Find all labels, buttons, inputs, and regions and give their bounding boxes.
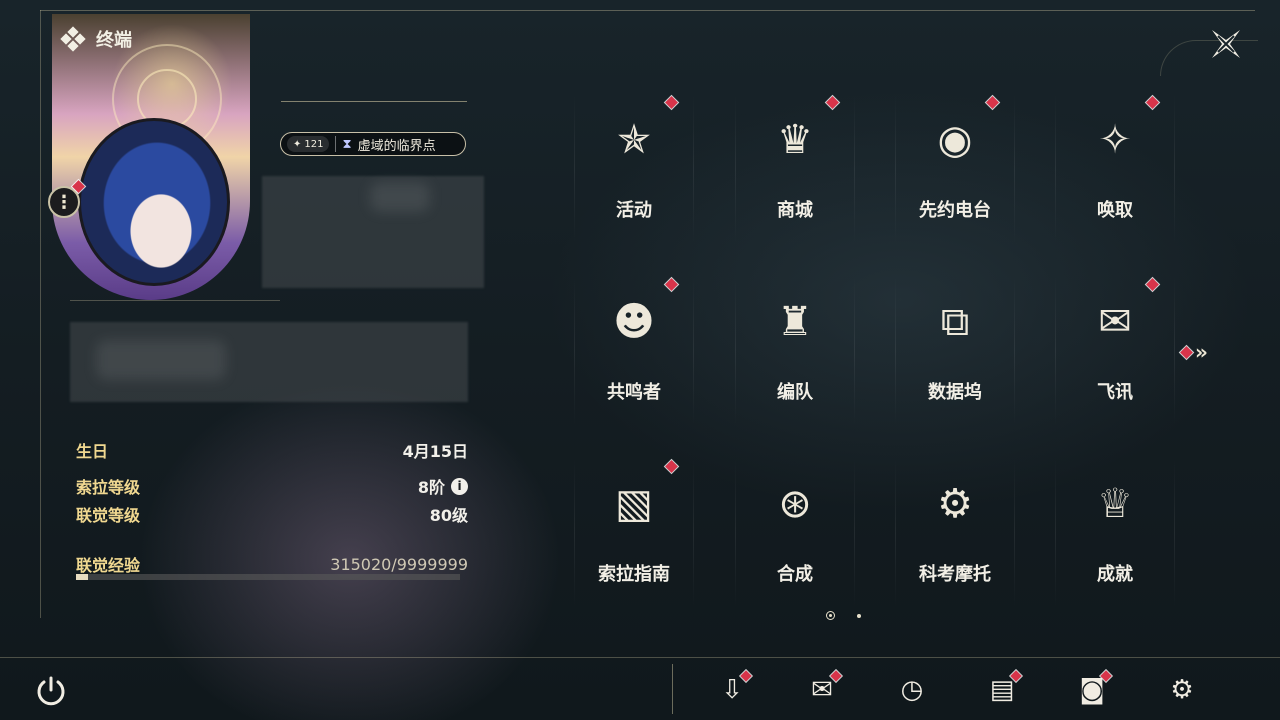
menu-item-6[interactable]: ♜ 编队 [735, 276, 855, 426]
stat-row-union-exp: 联觉经验 315020/9999999 [76, 552, 468, 576]
title-count: 121 [304, 138, 324, 150]
close-button[interactable] [1206, 24, 1246, 64]
title-badge[interactable]: ✦ 121 ⧗ 虚域的临界点 [280, 132, 466, 156]
menu-item-3[interactable]: ◉ 先约电台 [895, 94, 1015, 244]
stat-label: 索拉等级 [76, 478, 141, 497]
terminal-header: 终端 [60, 26, 132, 52]
exp-progress-fill [76, 574, 89, 580]
download-icon: ⇩ [721, 675, 743, 705]
mail-button[interactable]: ✉ [802, 670, 842, 710]
radio-record-icon: ◉ [937, 117, 973, 163]
menu-item-8[interactable]: ✉ 飞讯 [1055, 276, 1175, 426]
blurred-highlight [370, 182, 430, 212]
hourglass-icon: ⧗ [342, 136, 352, 152]
menu-label: 成就 [1097, 564, 1133, 585]
power-icon [37, 676, 65, 706]
guidebook-icon: ▧ [615, 481, 653, 527]
next-page-button[interactable]: » [1180, 340, 1208, 364]
menu-item-10[interactable]: ⊛ 合成 [735, 458, 855, 608]
menu-label: 数据坞 [928, 382, 982, 403]
motorcycle-icon: ⚙ [937, 481, 973, 527]
menu-item-1[interactable]: ✯ 活动 [574, 94, 694, 244]
diamond-cluster-icon [60, 26, 86, 52]
menu-item-9[interactable]: ▧ 索拉指南 [574, 458, 694, 608]
next-page-badge [1180, 345, 1193, 359]
bottom-bar-divider [0, 657, 1280, 658]
data-dock-icon: ⧉ [940, 299, 970, 345]
gacha-compass-icon: ✧ [1098, 117, 1132, 163]
frame-left-line [40, 10, 41, 618]
divider-line [70, 300, 280, 301]
name-rule [281, 101, 467, 102]
settings-gear-button[interactable]: ⚙ [1162, 670, 1202, 710]
close-icon [1212, 30, 1240, 58]
notice-button[interactable]: ▤ [982, 670, 1022, 710]
synthesis-icon: ⊛ [778, 481, 812, 527]
stat-label: 生日 [76, 442, 109, 461]
page-dot[interactable] [857, 613, 861, 618]
page-dot-active[interactable] [826, 611, 835, 620]
exp-value: 315020/9999999 [330, 554, 468, 574]
menu-label: 先约电台 [919, 200, 991, 221]
stat-value: 80级 [430, 502, 468, 526]
menu-item-2[interactable]: ♛ 商城 [735, 94, 855, 244]
message-chip-icon: ✉ [1098, 299, 1132, 345]
page-indicator [826, 611, 861, 620]
menu-item-11[interactable]: ⚙ 科考摩托 [895, 458, 1015, 608]
stat-value-text: 80级 [429, 506, 468, 525]
chess-team-icon: ♜ [777, 299, 813, 345]
page-title: 终端 [96, 30, 132, 51]
menu-label: 唤取 [1097, 200, 1133, 221]
menu-label: 科考摩托 [919, 564, 991, 585]
clock-icon: ◷ [900, 675, 924, 705]
profile-card[interactable] [52, 14, 250, 300]
menu-item-4[interactable]: ✧ 唤取 [1055, 94, 1175, 244]
stat-row-sola-level: 索拉等级 8阶 i [76, 474, 468, 498]
menu-label: 活动 [616, 200, 652, 221]
notice-icon: ▤ [989, 675, 1015, 705]
stat-value-text: 4月15日 [402, 442, 468, 461]
badge-separator [335, 136, 337, 152]
exp-progress-bar [76, 574, 460, 580]
camera-button[interactable]: ◙ [1072, 670, 1112, 710]
power-button[interactable] [34, 674, 68, 708]
menu-label: 合成 [777, 564, 813, 585]
blurred-highlight-2 [96, 340, 226, 380]
resonator-head-icon: ☻ [613, 299, 655, 345]
stat-value-text: 8阶 [417, 478, 445, 497]
double-chevron-right-icon: » [1195, 340, 1208, 364]
stat-label: 联觉等级 [76, 506, 141, 525]
more-options-button[interactable]: ⋮ [48, 186, 80, 218]
shop-crown-cart-icon: ♛ [777, 117, 813, 163]
info-icon[interactable]: i [451, 477, 468, 495]
frame-top-line [40, 10, 1255, 11]
stat-value: 8阶 i [418, 474, 468, 498]
stat-row-union-level: 联觉等级 80级 [76, 502, 468, 526]
event-icon: ✯ [617, 117, 651, 163]
title-count-pill: ✦ 121 [287, 136, 330, 152]
title-name: 虚域的临界点 [357, 138, 436, 154]
menu-label: 共鸣者 [607, 382, 661, 403]
menu-label: 编队 [777, 382, 813, 403]
bottom-separator [672, 664, 673, 714]
avatar [78, 118, 230, 286]
menu-label: 商城 [777, 200, 813, 221]
sparkle-icon: ✦ [293, 138, 302, 150]
stat-value: 4月15日 [403, 438, 468, 462]
menu-item-5[interactable]: ☻ 共鸣者 [574, 276, 694, 426]
menu-label: 飞讯 [1097, 382, 1133, 403]
menu-item-7[interactable]: ⧉ 数据坞 [895, 276, 1015, 426]
camera-icon: ◙ [1079, 675, 1105, 705]
exp-label: 联觉经验 [76, 556, 141, 575]
download-button[interactable]: ⇩ [712, 670, 752, 710]
stat-row-birthday: 生日 4月15日 [76, 438, 468, 462]
mail-icon: ✉ [811, 675, 833, 705]
menu-label: 索拉指南 [598, 564, 670, 585]
trophy-icon: ♕ [1097, 481, 1133, 527]
menu-item-12[interactable]: ♕ 成就 [1055, 458, 1175, 608]
clock-button[interactable]: ◷ [892, 670, 932, 710]
settings-gear-icon: ⚙ [1170, 675, 1194, 705]
